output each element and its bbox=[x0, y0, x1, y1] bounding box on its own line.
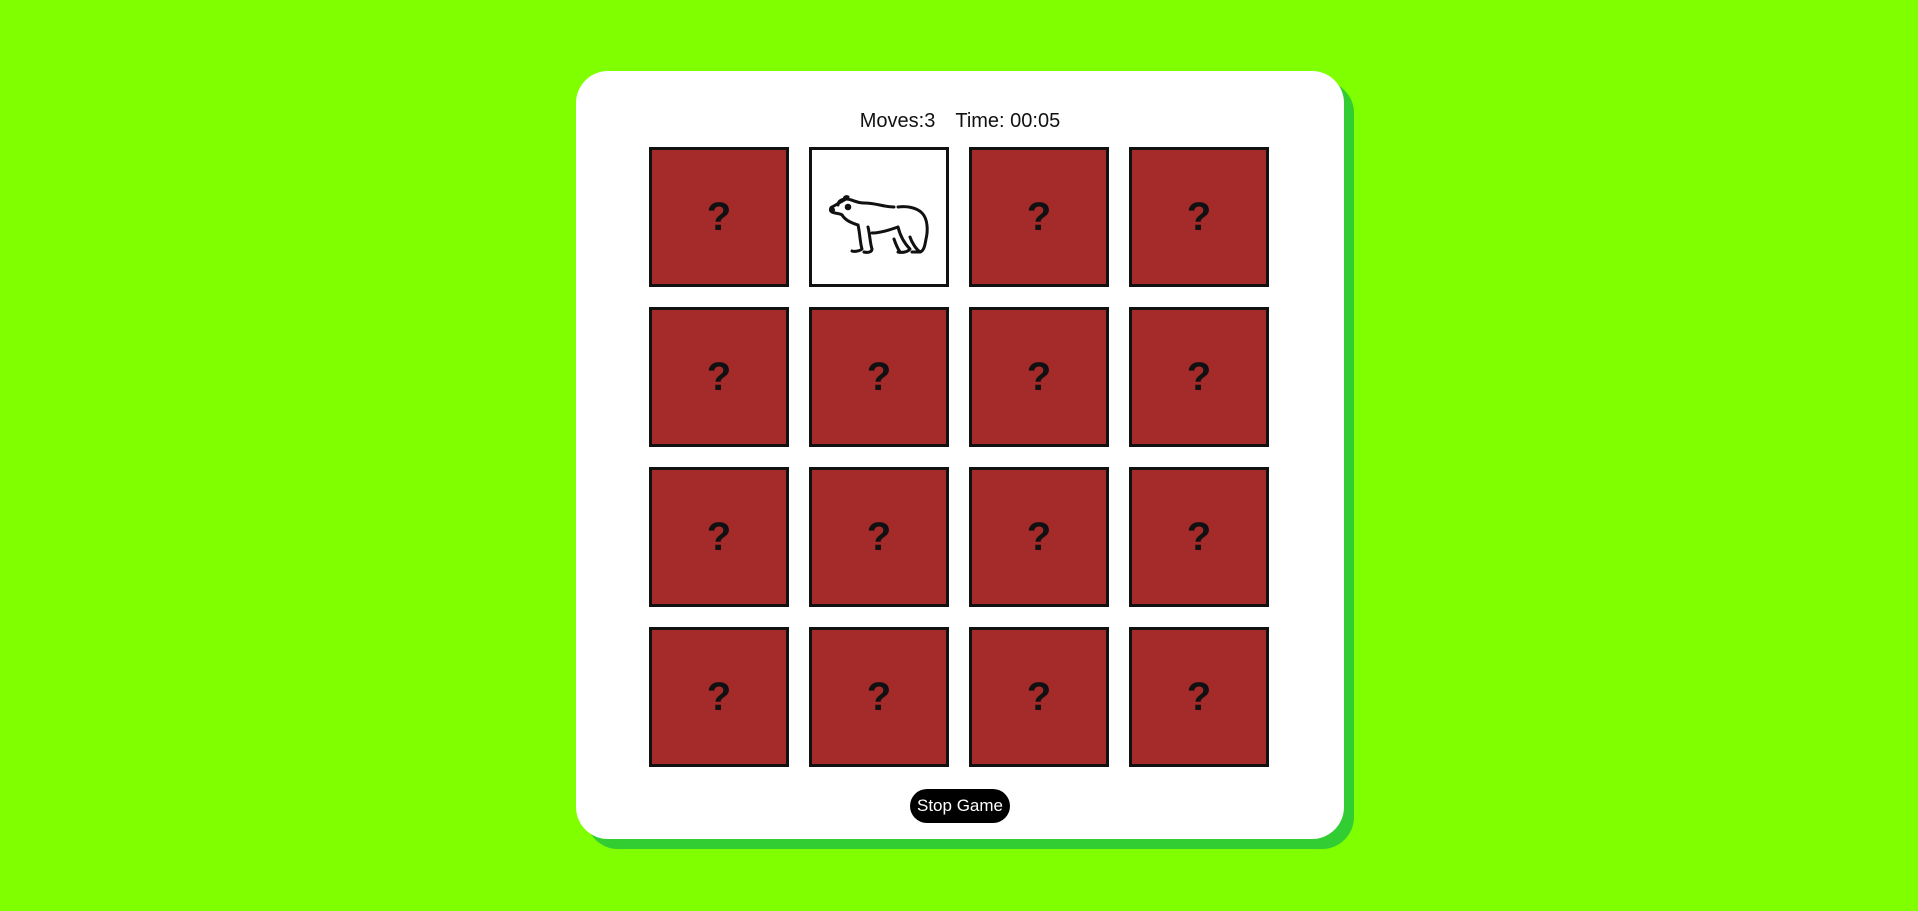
memory-card[interactable]: ? bbox=[1129, 467, 1269, 607]
game-stats: Moves:3 Time: 00:05 bbox=[576, 71, 1344, 145]
stop-game-button[interactable]: Stop Game bbox=[910, 789, 1010, 823]
memory-card[interactable]: ? bbox=[969, 467, 1109, 607]
timer: Time: 00:05 bbox=[955, 110, 1060, 133]
moves-value: 3 bbox=[924, 110, 936, 132]
memory-card[interactable]: ? bbox=[649, 627, 789, 767]
card-question-mark: ? bbox=[706, 194, 732, 239]
memory-card[interactable]: ? bbox=[809, 467, 949, 607]
controls: Stop Game bbox=[576, 789, 1344, 823]
memory-card[interactable]: ? bbox=[1129, 147, 1269, 287]
memory-card[interactable]: ? bbox=[809, 627, 949, 767]
card-question-mark: ? bbox=[1026, 194, 1052, 239]
card-grid: ? ?????????????? bbox=[649, 147, 1269, 767]
card-question-mark: ? bbox=[706, 354, 732, 399]
game-panel: Moves:3 Time: 00:05 ? ?????????????? Sto… bbox=[576, 71, 1344, 839]
memory-card[interactable]: ? bbox=[809, 307, 949, 447]
memory-card[interactable]: ? bbox=[969, 627, 1109, 767]
memory-card[interactable] bbox=[809, 147, 949, 287]
memory-card[interactable]: ? bbox=[1129, 307, 1269, 447]
card-question-mark: ? bbox=[706, 674, 732, 719]
memory-card[interactable]: ? bbox=[969, 307, 1109, 447]
card-question-mark: ? bbox=[866, 514, 892, 559]
card-question-mark: ? bbox=[1186, 194, 1212, 239]
moves-counter: Moves:3 bbox=[860, 110, 936, 133]
card-question-mark: ? bbox=[866, 674, 892, 719]
card-question-mark: ? bbox=[1186, 514, 1212, 559]
card-question-mark: ? bbox=[1186, 674, 1212, 719]
card-question-mark: ? bbox=[1186, 354, 1212, 399]
card-question-mark: ? bbox=[1026, 354, 1052, 399]
time-label: Time: bbox=[955, 110, 1005, 132]
card-question-mark: ? bbox=[1026, 674, 1052, 719]
card-question-mark: ? bbox=[1026, 514, 1052, 559]
card-question-mark: ? bbox=[706, 514, 732, 559]
memory-card[interactable]: ? bbox=[649, 307, 789, 447]
moves-label: Moves: bbox=[859, 110, 925, 132]
polar-bear-icon bbox=[829, 195, 929, 254]
card-question-mark: ? bbox=[866, 354, 892, 399]
memory-card[interactable]: ? bbox=[969, 147, 1109, 287]
time-value: 00:05 bbox=[1010, 110, 1061, 132]
memory-card[interactable]: ? bbox=[1129, 627, 1269, 767]
memory-card[interactable]: ? bbox=[649, 467, 789, 607]
memory-card[interactable]: ? bbox=[649, 147, 789, 287]
